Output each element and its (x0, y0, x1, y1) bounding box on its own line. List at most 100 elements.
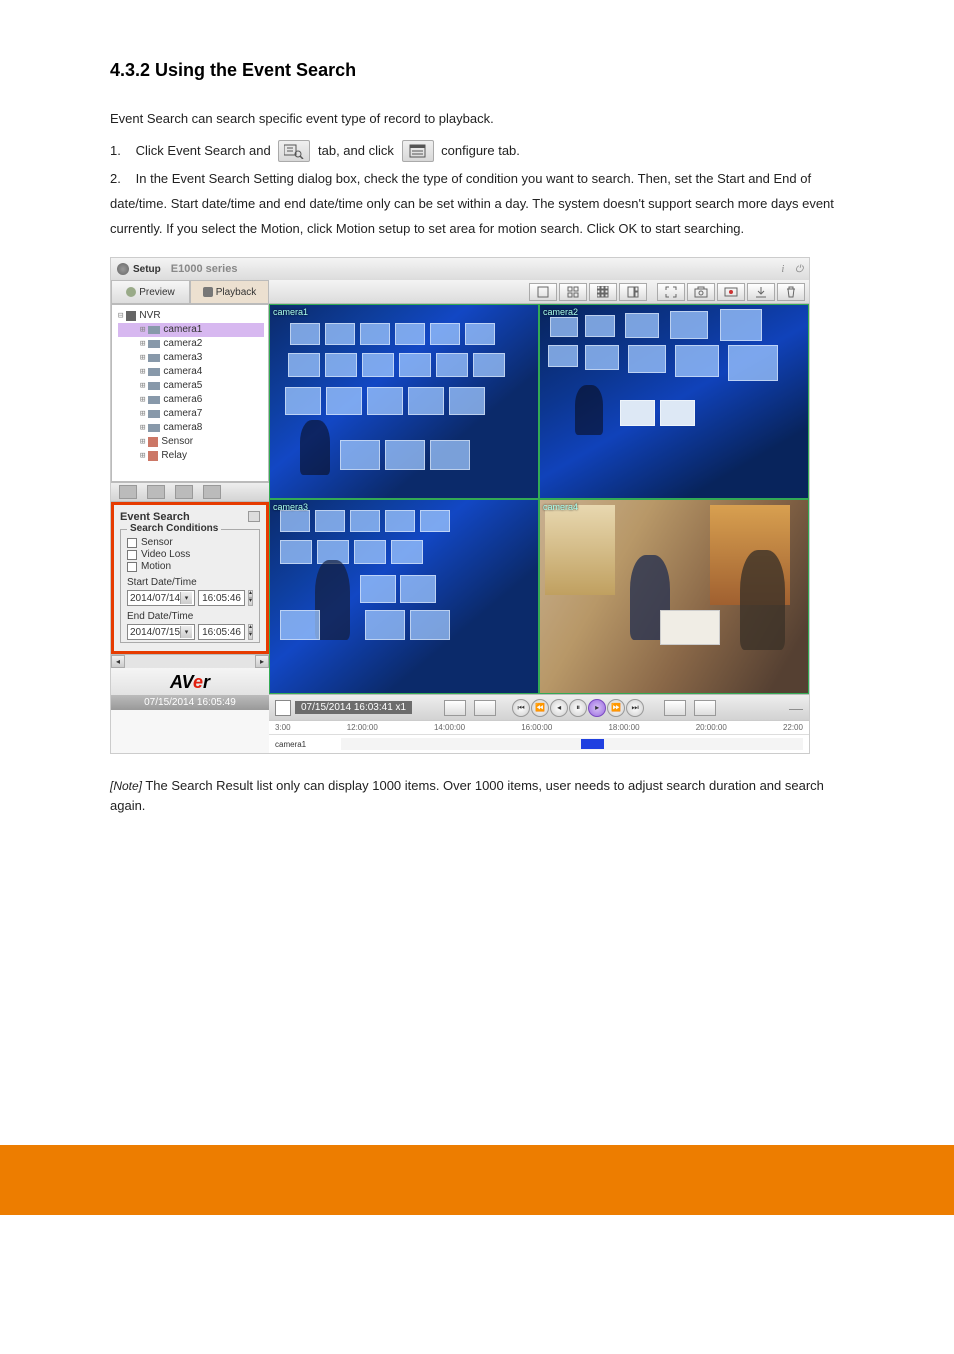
flag-button[interactable] (444, 700, 466, 716)
sensor-icon (148, 437, 158, 447)
tree-item-sensor[interactable]: ⊞Sensor (118, 435, 264, 449)
tree-root[interactable]: ⊟NVR (118, 309, 264, 323)
tree-item-camera8[interactable]: ⊞camera8 (118, 421, 264, 435)
tree-item-relay[interactable]: ⊞Relay (118, 449, 264, 463)
search-conditions-legend: Search Conditions (127, 523, 221, 534)
horizontal-scrollbar[interactable]: ◂ ▸ (111, 654, 269, 668)
note-line: [Note] The Search Result list only can d… (110, 776, 844, 815)
play-button[interactable]: ▸ (588, 699, 606, 717)
intro-text: Event Search can search specific event t… (110, 109, 844, 129)
snapshot-button[interactable] (687, 283, 715, 301)
camera-icon (148, 368, 160, 376)
tab-preview[interactable]: Preview (111, 280, 190, 304)
dropdown-icon[interactable]: ▾ (180, 626, 192, 638)
minimize-icon[interactable]: — (789, 700, 803, 716)
timeline-row-camera1[interactable]: camera1 (269, 735, 809, 753)
record-button[interactable] (717, 283, 745, 301)
start-time-spinner[interactable]: ▴▾ (248, 590, 253, 606)
zoom-in-button[interactable] (664, 700, 686, 716)
layout-3x3-button[interactable] (589, 283, 617, 301)
tool-icon-3[interactable] (175, 485, 193, 499)
playback-toolbar: 07/15/2014 16:03:41 x1 ⏮ ⏪ ◂ ⏸ ▸ ⏩ ⏭ (269, 694, 809, 720)
segment-button[interactable] (474, 700, 496, 716)
camera-icon (148, 396, 160, 404)
step-1-end: configure tab. (441, 143, 520, 158)
checkbox-motion[interactable] (127, 562, 137, 572)
cam-label-4: camera4 (543, 502, 578, 512)
tool-icon-1[interactable] (119, 485, 137, 499)
scroll-left-icon[interactable]: ◂ (111, 655, 125, 668)
cam-label-1: camera1 (273, 307, 308, 317)
start-date-input[interactable]: 2014/07/14▾ (127, 590, 195, 606)
tree-item-camera3[interactable]: ⊞camera3 (118, 351, 264, 365)
video-cell-1[interactable]: camera1 (269, 304, 539, 499)
step-back-button[interactable]: ◂ (550, 699, 568, 717)
scroll-right-icon[interactable]: ▸ (255, 655, 269, 668)
skip-start-button[interactable]: ⏮ (512, 699, 530, 717)
event-search-title: Event Search (120, 511, 190, 523)
layout-custom-button[interactable] (619, 283, 647, 301)
tab-playback[interactable]: Playback (190, 280, 269, 304)
dropdown-icon[interactable]: ▾ (180, 592, 192, 604)
end-date-input[interactable]: 2014/07/15▾ (127, 624, 195, 640)
view-toolbar (269, 280, 809, 304)
info-icon[interactable]: i (782, 264, 785, 275)
camera-icon (148, 382, 160, 390)
video-cell-3[interactable]: camera3 (269, 499, 539, 694)
power-icon[interactable]: ⏻ (795, 264, 803, 275)
step-2-text: In the Event Search Setting dialog box, … (110, 171, 834, 235)
label-motion: Motion (141, 561, 171, 572)
panel-restore-icon[interactable] (248, 511, 260, 522)
step-num-2: 2. (110, 167, 132, 192)
tree-item-camera2[interactable]: ⊞camera2 (118, 337, 264, 351)
brand-area: AVer 07/15/2014 16:05:49 (111, 668, 269, 710)
tool-icon-4[interactable] (203, 485, 221, 499)
export-button[interactable] (747, 283, 775, 301)
rewind-button[interactable]: ⏪ (531, 699, 549, 717)
label-sensor: Sensor (141, 537, 173, 548)
camera-icon (148, 354, 160, 362)
label-videoloss: Video Loss (141, 549, 190, 560)
tab-preview-label: Preview (139, 287, 175, 298)
device-tree[interactable]: ⊟NVR ⊞camera1 ⊞camera2 ⊞camera3 ⊞camera4… (111, 304, 269, 482)
camera-icon (148, 424, 160, 432)
tree-item-camera1[interactable]: ⊞camera1 (118, 323, 264, 337)
calendar-icon[interactable] (275, 700, 291, 716)
end-time-input[interactable]: 16:05:46 (198, 624, 245, 640)
start-datetime-label: Start Date/Time (127, 577, 253, 588)
tree-item-camera6[interactable]: ⊞camera6 (118, 393, 264, 407)
nvr-icon (126, 311, 136, 321)
tool-icon-2[interactable] (147, 485, 165, 499)
layout-1x1-button[interactable] (529, 283, 557, 301)
pause-button[interactable]: ⏸ (569, 699, 587, 717)
tree-item-camera4[interactable]: ⊞camera4 (118, 365, 264, 379)
step-1-text: Click Event Search and (136, 143, 271, 158)
end-time-spinner[interactable]: ▴▾ (248, 624, 253, 640)
step-num-1: 1. (110, 139, 132, 164)
zoom-out-button[interactable] (694, 700, 716, 716)
skip-end-button[interactable]: ⏭ (626, 699, 644, 717)
tree-item-camera7[interactable]: ⊞camera7 (118, 407, 264, 421)
series-label: E1000 series (171, 263, 238, 275)
trash-button[interactable] (777, 283, 805, 301)
start-time-input[interactable]: 16:05:46 (198, 590, 245, 606)
film-icon (203, 287, 213, 297)
tree-item-camera5[interactable]: ⊞camera5 (118, 379, 264, 393)
tab-playback-label: Playback (216, 287, 257, 298)
timeline[interactable]: 3:00 12:00:00 14:00:00 16:00:00 18:00:00… (269, 720, 809, 753)
fullscreen-button[interactable] (657, 283, 685, 301)
end-datetime-label: End Date/Time (127, 611, 253, 622)
checkbox-videoloss[interactable] (127, 550, 137, 560)
video-cell-2[interactable]: camera2 (539, 304, 809, 499)
timeline-segment[interactable] (581, 739, 604, 749)
setup-button[interactable]: Setup (133, 264, 161, 275)
checkbox-sensor[interactable] (127, 538, 137, 548)
video-cell-4[interactable]: camera4 (539, 499, 809, 694)
cam-label-3: camera3 (273, 502, 308, 512)
note-text: The Search Result list only can display … (110, 778, 824, 813)
gear-icon[interactable] (117, 263, 129, 275)
event-search-panel: Event Search Search Conditions Sensor Vi… (111, 502, 269, 654)
forward-button[interactable]: ⏩ (607, 699, 625, 717)
app-window: Setup E1000 series i ⏻ Preview Playback … (110, 257, 810, 754)
layout-2x2-button[interactable] (559, 283, 587, 301)
